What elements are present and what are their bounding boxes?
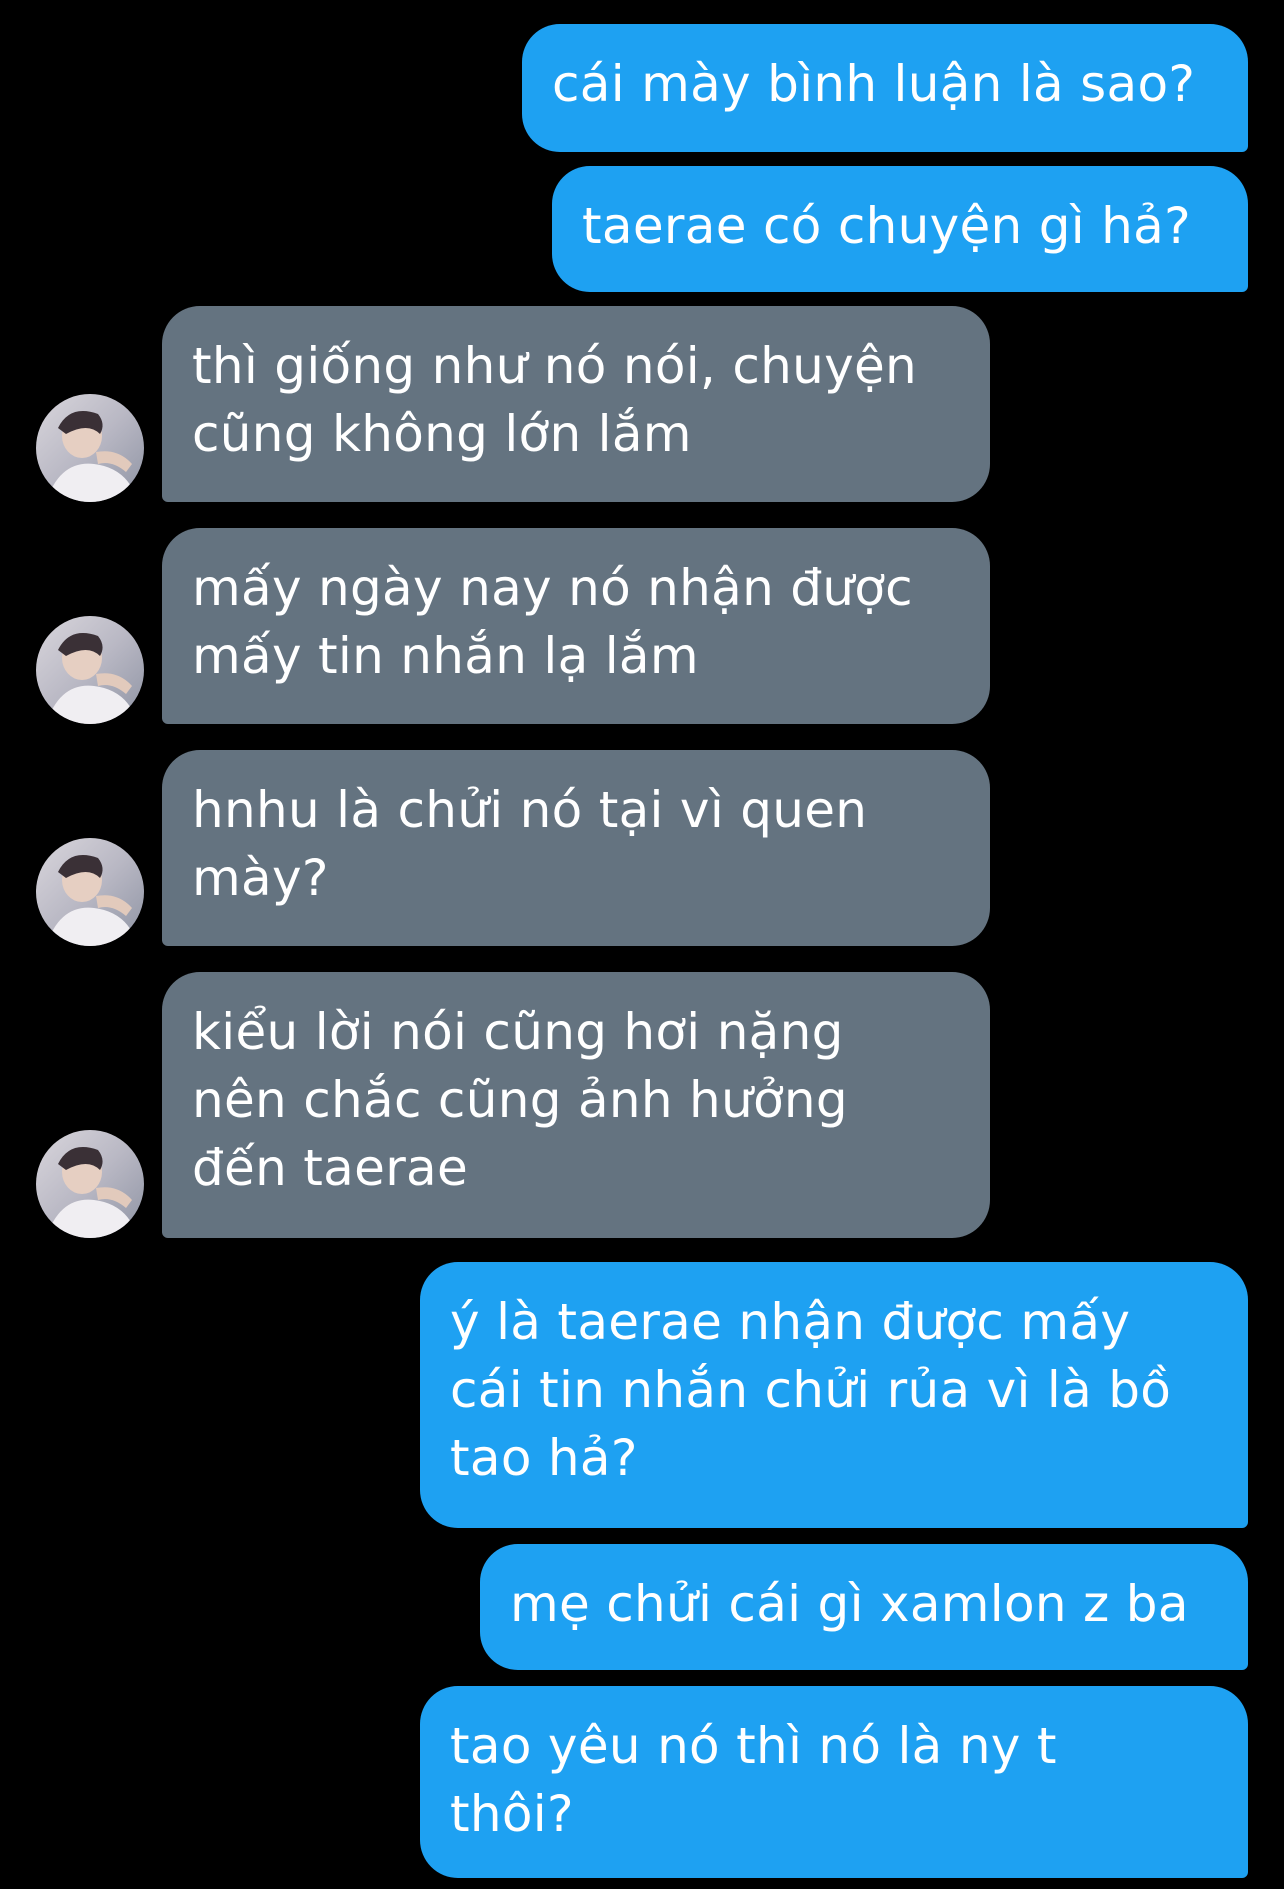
avatar-photo-icon bbox=[36, 838, 144, 946]
avatar-photo-icon bbox=[36, 1130, 144, 1238]
message-bubble-sent[interactable]: cái mày bình luận là sao? bbox=[522, 24, 1248, 152]
avatar-photo-icon bbox=[36, 616, 144, 724]
avatar-photo-icon bbox=[36, 394, 144, 502]
message-bubble-received[interactable]: mấy ngày nay nó nhận được mấy tin nhắn l… bbox=[162, 528, 990, 724]
message-bubble-sent[interactable]: ý là taerae nhận được mấy cái tin nhắn c… bbox=[420, 1262, 1248, 1528]
contact-avatar[interactable] bbox=[36, 1130, 144, 1238]
message-bubble-sent[interactable]: mẹ chửi cái gì xamlon z ba bbox=[480, 1544, 1248, 1670]
message-bubble-received[interactable]: hnhu là chửi nó tại vì quen mày? bbox=[162, 750, 990, 946]
message-bubble-received[interactable]: thì giống như nó nói, chuyện cũng không … bbox=[162, 306, 990, 502]
message-bubble-sent[interactable]: taerae có chuyện gì hả? bbox=[552, 166, 1248, 292]
message-bubble-received[interactable]: kiểu lời nói cũng hơi nặng nên chắc cũng… bbox=[162, 972, 990, 1238]
message-thread: cái mày bình luận là sao? taerae có chuy… bbox=[0, 0, 1284, 1889]
contact-avatar[interactable] bbox=[36, 394, 144, 502]
contact-avatar[interactable] bbox=[36, 616, 144, 724]
message-bubble-sent[interactable]: tao yêu nó thì nó là ny t thôi? bbox=[420, 1686, 1248, 1878]
contact-avatar[interactable] bbox=[36, 838, 144, 946]
